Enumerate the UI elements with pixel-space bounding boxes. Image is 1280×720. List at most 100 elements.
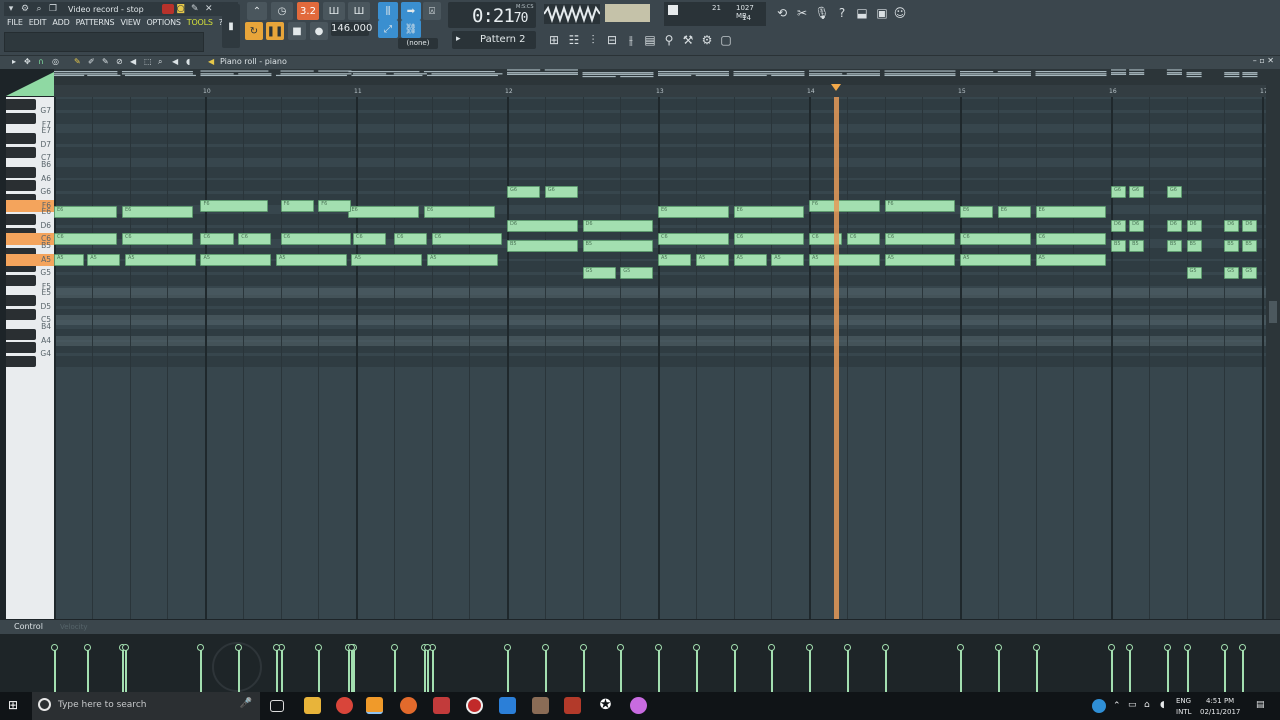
note[interactable]: A5 [351,253,423,266]
velocity-bar[interactable] [54,648,56,692]
velocity-handle[interactable] [315,644,323,651]
note[interactable]: E6 [121,206,193,219]
tray-chevron-icon[interactable]: ⌃ [1113,701,1121,711]
playback-tool-icon[interactable]: ◀ [172,57,178,66]
pencil-icon[interactable]: ✎ [190,4,200,14]
velocity-handle[interactable] [730,644,738,651]
note[interactable]: F6 [318,199,352,212]
velocity-bar[interactable] [658,648,660,692]
note[interactable]: E6 [1035,206,1107,219]
render-icon[interactable]: ⬓ [854,5,870,21]
wrench-icon[interactable]: ⚙ [699,32,715,48]
velocity-handle[interactable] [121,644,129,651]
step-edit-icon[interactable]: Ш [323,2,345,20]
cut-icon[interactable]: ✂ [794,5,810,21]
tool-icon[interactable]: ⚒ [680,32,696,48]
velocity-lane[interactable] [0,634,1280,692]
velocity-bar[interactable] [423,648,426,692]
velocity-bar[interactable] [1129,648,1132,692]
velocity-handle[interactable] [806,644,813,651]
microphone-icon[interactable]: 🎤 [240,698,252,709]
note[interactable]: B5 [582,240,654,252]
stop-button[interactable]: ■ [288,22,306,40]
undo-icon[interactable]: ⟲ [774,5,790,21]
velocity-bar[interactable] [1111,648,1113,692]
velocity-handle[interactable] [1126,644,1134,651]
velocity-handle[interactable] [692,644,700,651]
velocity-bar[interactable] [351,648,354,692]
velocity-handle[interactable] [51,644,58,651]
note[interactable]: D6 [507,219,578,232]
paint-tool-icon[interactable]: ✐ [88,57,95,66]
velocity-bar[interactable] [87,648,90,692]
arrow-icon[interactable]: ➡ [401,2,421,20]
note[interactable]: A5 [733,253,767,266]
channel-rack-button-icon[interactable]: ☷ [566,32,582,48]
menu-edit[interactable]: EDIT [26,17,50,29]
note[interactable]: B5 [1129,240,1145,252]
note[interactable]: E6 [658,206,729,219]
note[interactable]: B5 [1166,240,1182,252]
velocity-handle[interactable] [843,644,851,651]
link-icon[interactable]: ⛓ [401,20,421,38]
camera-icon[interactable]: ◙ [176,4,186,14]
menu-patterns[interactable]: PATTERNS [73,17,118,29]
velocity-bar[interactable] [997,648,1000,692]
note[interactable]: A5 [695,253,729,266]
note[interactable]: D6 [1129,219,1145,232]
window-controls[interactable]: – ▫ ✕ [1253,56,1274,65]
velocity-handle[interactable] [272,644,280,651]
black-key[interactable] [6,308,36,320]
comment-icon[interactable]: ☺ [892,5,908,21]
note[interactable]: C6 [884,233,956,246]
clock-time[interactable]: 4:51 PM [1206,697,1234,705]
snap-icon[interactable]: ⤢ [378,20,398,38]
channel-speaker-icon[interactable]: ◀ [208,57,214,66]
note[interactable]: D6 [1186,219,1202,232]
velocity-bar[interactable] [318,648,321,692]
velocity-handle[interactable] [390,644,398,651]
velocity-bar[interactable] [960,648,962,692]
note[interactable]: D6 [1166,219,1182,232]
notifications-icon[interactable]: ▤ [1256,700,1265,710]
network-icon[interactable]: ▭ [1128,700,1137,710]
menu-options[interactable]: OPTIONS [143,17,183,29]
note[interactable]: C6 [280,233,352,246]
black-key[interactable] [6,274,36,286]
velocity-handle[interactable] [957,644,964,651]
velocity-handle[interactable] [994,644,1002,651]
itunes-icon[interactable] [630,697,647,714]
menu-file[interactable]: FILE [4,17,26,29]
window-icon[interactable]: ▢ [718,32,734,48]
note-grid[interactable]: E6 E6 E6 E6 E6 E6 E6 E6 E6 F6 F6 F6 F6 F6 G6 G6 G6 G6 G6 D6… [54,97,1266,619]
image-editor-icon[interactable] [532,697,549,714]
note[interactable]: D6 [1224,219,1240,232]
search-icon[interactable]: ⌕ [34,4,44,14]
velocity-handle[interactable] [881,644,889,651]
velocity-bar[interactable] [733,648,736,692]
draw-tool-icon[interactable]: ✎ [74,57,81,66]
velocity-bar[interactable] [124,648,127,692]
note[interactable]: E6 [54,206,118,219]
note[interactable]: C6 [431,233,503,246]
note[interactable]: G6 [1111,186,1127,198]
velocity-handle[interactable] [1221,644,1229,651]
velocity-bar[interactable] [1166,648,1169,692]
note[interactable]: A5 [426,253,498,266]
note[interactable]: G5 [620,267,654,279]
velocity-bar[interactable] [1035,648,1038,692]
velocity-bar[interactable] [695,648,698,692]
velocity-bar[interactable] [1242,648,1245,692]
channel-rack-icon[interactable]: ⍓ [423,2,441,20]
pattern-selector[interactable]: ▸ Pattern 2 [452,31,536,49]
language-bottom[interactable]: INTL [1176,708,1191,716]
note[interactable]: E6 [960,206,994,219]
corner-handle[interactable] [6,72,54,96]
black-key[interactable] [6,99,36,111]
chrome-icon[interactable] [336,697,353,714]
zoom-tool-icon[interactable]: ⌕ [158,57,162,67]
velocity-bar[interactable] [1186,648,1189,692]
note[interactable]: C6 [54,233,118,246]
note[interactable]: C6 [733,233,805,246]
black-key[interactable] [6,133,36,144]
